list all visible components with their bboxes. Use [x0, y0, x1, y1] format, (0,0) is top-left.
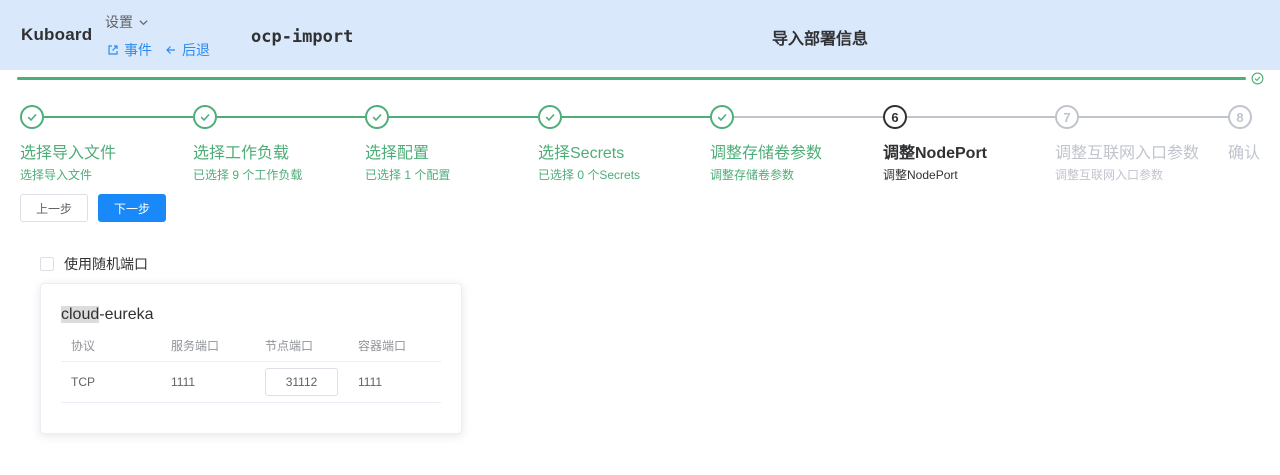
previous-step-button[interactable]: 上一步: [20, 194, 88, 222]
step-number: 6: [883, 105, 907, 129]
step-connector: [217, 116, 365, 118]
steps-bar: 选择导入文件 选择导入文件 选择工作负载 已选择 9 个工作负载 选择配置 已选…: [0, 105, 1280, 185]
service-port-cell: 1111: [171, 375, 196, 389]
step-description: 已选择 9 个工作负载: [193, 168, 303, 182]
service-name-highlight: cloud: [61, 306, 100, 323]
port-table: 协议 服务端口 节点端口 容器端口 TCP 1111 31112 1111: [61, 330, 441, 403]
next-step-button[interactable]: 下一步: [98, 194, 166, 222]
random-port-label: 使用随机端口: [64, 256, 148, 272]
step-title: 调整存储卷参数: [710, 145, 823, 162]
container-port-cell: 1111: [358, 375, 383, 389]
step-done-indicator: [365, 105, 389, 129]
step-description: 调整互联网入口参数: [1055, 168, 1164, 182]
step-done-indicator: [710, 105, 734, 129]
step-title: 选择工作负载: [193, 145, 290, 162]
step-connector: [44, 116, 193, 118]
random-port-option[interactable]: 使用随机端口: [40, 254, 148, 274]
step-number: 7: [1055, 105, 1079, 129]
step-connector: [734, 116, 883, 118]
step-title: 选择Secrets: [538, 145, 625, 162]
column-header-protocol: 协议: [71, 339, 96, 353]
check-icon: [545, 113, 555, 122]
column-header-service-port: 服务端口: [171, 339, 220, 353]
page-title: 导入部署信息: [771, 31, 868, 48]
node-port-input[interactable]: 31112: [265, 368, 338, 396]
step-description: 已选择 1 个配置: [365, 168, 451, 182]
step-description: 已选择 0 个Secrets: [538, 168, 641, 182]
step-description: 调整NodePort: [883, 168, 958, 182]
table-header-row: 协议 服务端口 节点端口 容器端口: [61, 330, 441, 362]
step-connector: [907, 116, 1056, 118]
step-connector: [562, 116, 711, 118]
table-row: TCP 1111 31112 1111: [61, 362, 441, 403]
top-header: Kuboard 设置 事件 后退 ocp-import 导入部署信息: [0, 0, 1280, 70]
step-title: 确认: [1228, 145, 1261, 162]
service-card: cloud-eureka 协议 服务端口 节点端口 容器端口 TCP 1111 …: [40, 283, 462, 434]
check-circle-icon: [1251, 72, 1264, 85]
check-icon: [372, 113, 382, 122]
step-done-indicator: [193, 105, 217, 129]
step-description: 调整存储卷参数: [710, 168, 795, 182]
step-connector: [389, 116, 538, 118]
step-done-indicator: [20, 105, 44, 129]
step-title: 调整互联网入口参数: [1055, 145, 1200, 162]
step-title: 选择配置: [365, 145, 430, 162]
column-header-node-port: 节点端口: [265, 339, 314, 353]
step-title: 调整NodePort: [883, 145, 988, 162]
check-icon: [200, 113, 210, 122]
service-name-rest: -eureka: [99, 306, 154, 323]
step-connector: [1079, 116, 1228, 118]
random-port-checkbox[interactable]: [40, 257, 54, 271]
protocol-cell: TCP: [71, 375, 95, 389]
step-number: 8: [1228, 105, 1252, 129]
check-icon: [27, 113, 37, 122]
column-header-container-port: 容器端口: [358, 339, 407, 353]
service-name: cloud-eureka: [61, 306, 154, 324]
import-progress-bar: [17, 77, 1246, 80]
step-description: 选择导入文件: [20, 168, 93, 182]
node-port-cell: 31112: [265, 362, 338, 402]
step-done-indicator: [538, 105, 562, 129]
check-icon: [717, 113, 727, 122]
step-title: 选择导入文件: [20, 145, 117, 162]
